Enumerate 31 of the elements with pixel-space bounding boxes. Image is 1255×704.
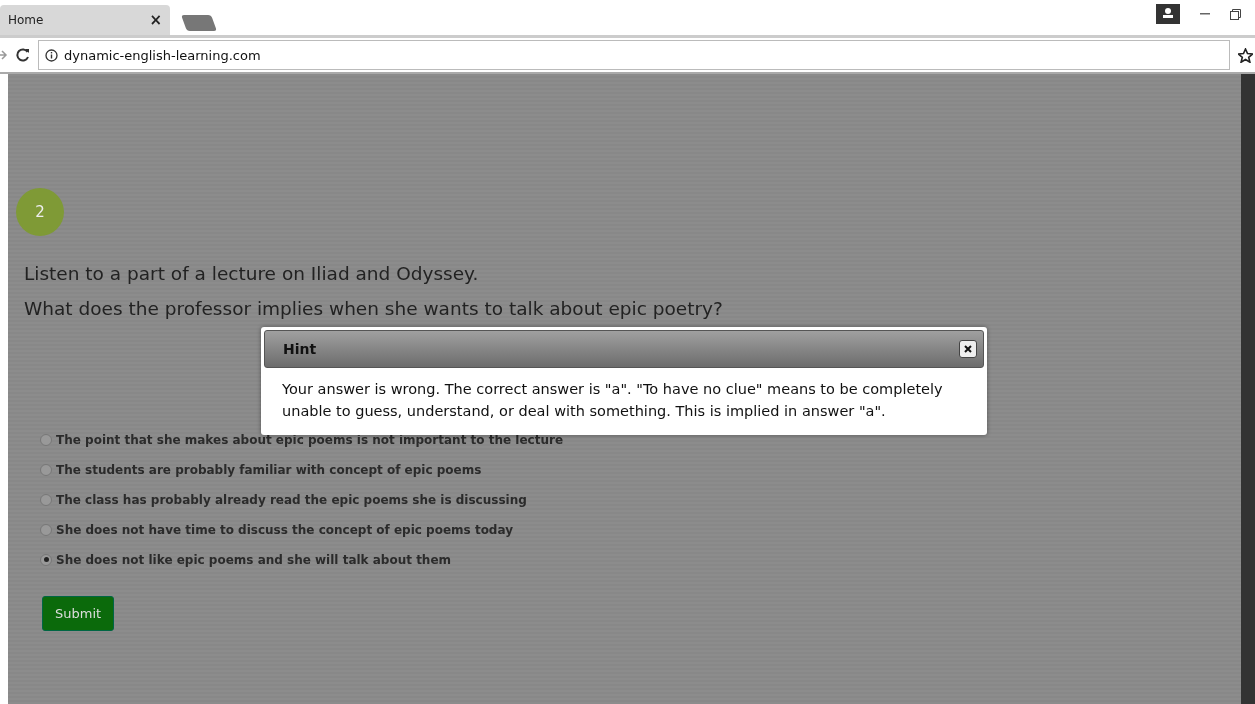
- info-icon[interactable]: [45, 48, 58, 62]
- minimize-icon[interactable]: [1200, 13, 1210, 15]
- radio-button[interactable]: [40, 523, 52, 536]
- question-text: Listen to a part of a lecture on Iliad and Odyssey.: [24, 262, 480, 286]
- dialog-title: Hint: [283, 341, 317, 357]
- url-text: dynamic-english-learning.com: [64, 47, 261, 63]
- restore-icon[interactable]: [1230, 8, 1241, 20]
- question-number-badge: 2: [16, 188, 64, 236]
- tab-title: Home: [8, 13, 44, 27]
- submit-button[interactable]: Submit: [42, 596, 115, 631]
- option-label[interactable]: She does not have time to discuss the concept of epic poems today: [56, 522, 513, 537]
- radio-button[interactable]: [40, 553, 52, 566]
- close-icon[interactable]: [964, 345, 972, 353]
- radio-button[interactable]: [40, 463, 52, 476]
- option-label[interactable]: The class has probably already read the epic poems she is discussing: [56, 492, 527, 507]
- question-text: What does the professor implies when she wants to talk about epic poetry?: [24, 297, 724, 321]
- close-button[interactable]: [959, 340, 977, 358]
- reload-icon[interactable]: [16, 48, 30, 62]
- user-icon[interactable]: [1156, 4, 1180, 24]
- hint-message: Your answer is wrong. The correct answer is "a". "To have no clue" means to be completely unable to guess, understand, or deal with something. This is implied in answer "a".: [281, 380, 944, 421]
- option-label[interactable]: She does not like epic poems and she will talk about them: [56, 552, 452, 567]
- forward-icon[interactable]: [0, 49, 8, 61]
- option-label[interactable]: The point that she makes about epic poems is not important to the lecture: [56, 432, 564, 447]
- bookmark-star-icon[interactable]: [1238, 47, 1253, 63]
- new-tab-button[interactable]: [181, 15, 217, 31]
- close-icon[interactable]: ×: [149, 11, 162, 29]
- address-bar[interactable]: dynamic-english-learning.com: [38, 40, 1230, 70]
- radio-button[interactable]: [40, 493, 52, 506]
- option-label[interactable]: The students are probably familiar with concept of epic poems: [56, 462, 482, 477]
- browser-tab[interactable]: Home ×: [0, 5, 170, 35]
- radio-button[interactable]: [40, 433, 52, 446]
